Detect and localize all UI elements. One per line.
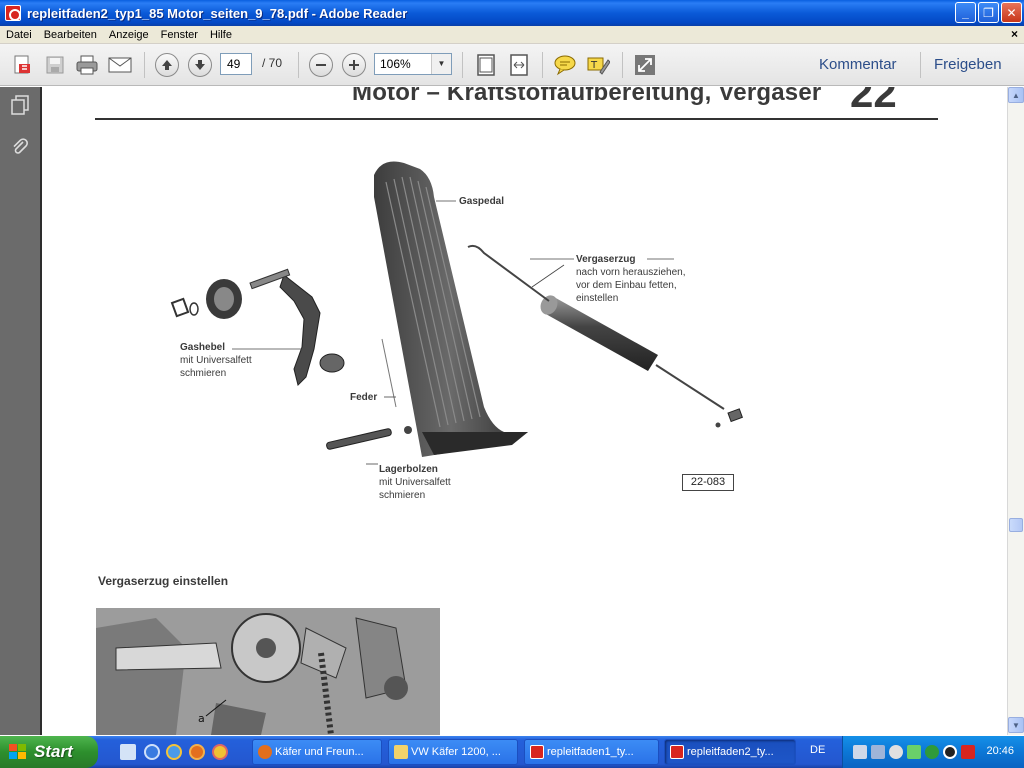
create-pdf-icon[interactable] <box>9 52 35 78</box>
toolbar-separator <box>298 52 299 78</box>
vertical-scrollbar[interactable]: ▲ ▼ <box>1007 87 1024 735</box>
task-repleitfaden2[interactable]: repleitfaden2_ty... <box>664 739 796 765</box>
window-title: repleitfaden2_typ1_85 Motor_seiten_9_78.… <box>27 5 408 21</box>
comment-button[interactable]: Kommentar <box>819 56 897 73</box>
task-repleitfaden1[interactable]: repleitfaden1_ty... <box>524 739 659 765</box>
page-total: / 70 <box>262 56 283 70</box>
toolbar-separator <box>144 52 145 78</box>
chrome-icon[interactable] <box>212 744 228 760</box>
email-icon[interactable] <box>107 52 133 78</box>
clock[interactable]: 20:46 <box>986 745 1014 757</box>
media-icon[interactable] <box>943 745 957 759</box>
zoom-select[interactable]: 106% ▼ <box>374 53 452 75</box>
label-lagerbolzen: Lagerbolzen mit Universalfett schmieren <box>379 464 451 501</box>
label-gaspedal: Gaspedal <box>459 196 505 207</box>
minimize-button[interactable]: _ <box>955 2 976 23</box>
close-button[interactable]: ✕ <box>1001 2 1022 23</box>
sticky-note-icon[interactable] <box>552 52 578 78</box>
menu-bearbeiten[interactable]: Bearbeiten <box>38 29 103 41</box>
display-icon[interactable] <box>871 745 885 759</box>
menu-fenster[interactable]: Fenster <box>155 29 204 41</box>
previous-page-icon[interactable] <box>155 53 179 77</box>
document-view[interactable]: Motor – Kraftstoffaufbereitung, Vergaser… <box>44 87 1007 735</box>
zoom-value: 106% <box>380 57 411 71</box>
attachments-icon[interactable] <box>10 137 30 157</box>
document-close-button[interactable]: × <box>1011 27 1018 41</box>
adobe-updater-icon[interactable] <box>961 745 975 759</box>
accelerator-pedal-diagram <box>170 161 743 465</box>
photo-marker-a: a <box>198 712 205 725</box>
internet-explorer-icon[interactable] <box>166 744 182 760</box>
task-kaefer-und-freunde[interactable]: Käfer und Freun... <box>252 739 382 765</box>
svg-text:T: T <box>590 60 598 71</box>
next-page-icon[interactable] <box>188 53 212 77</box>
toolbar-separator <box>542 52 543 78</box>
label-feder: Feder <box>350 392 378 403</box>
navigation-panel <box>0 87 42 735</box>
print-icon[interactable] <box>74 52 100 78</box>
start-label: Start <box>34 742 73 761</box>
maximize-button[interactable]: ❐ <box>978 2 999 23</box>
media-player-icon[interactable] <box>144 744 160 760</box>
toolbar-separator <box>920 52 921 78</box>
highlight-text-icon[interactable]: T <box>585 52 611 78</box>
language-indicator[interactable]: DE <box>810 744 825 756</box>
zoom-in-icon[interactable] <box>342 53 366 77</box>
menu-datei[interactable]: Datei <box>0 29 38 41</box>
show-desktop-icon[interactable] <box>120 744 136 760</box>
section-title: Vergaserzug einstellen <box>98 574 229 588</box>
chevron-down-icon[interactable]: ▼ <box>431 54 451 74</box>
network-icon[interactable] <box>853 745 867 759</box>
fit-page-icon[interactable] <box>473 52 499 78</box>
system-tray: 20:46 <box>842 736 1024 768</box>
firefox-icon[interactable] <box>189 744 205 760</box>
share-button[interactable]: Freigeben <box>934 56 1002 73</box>
menu-hilfe[interactable]: Hilfe <box>204 29 238 41</box>
full-screen-icon[interactable] <box>632 52 658 78</box>
start-button[interactable]: Start <box>0 736 98 768</box>
carburetor-photo: a <box>96 608 440 735</box>
volume-icon[interactable] <box>889 745 903 759</box>
window-controls: _ ❐ ✕ <box>955 2 1022 23</box>
save-icon[interactable] <box>42 52 68 78</box>
taskbar: Start Käfer und Freun... VW Käfer 1200, … <box>0 736 1024 768</box>
label-vergaserzug: Vergaserzug nach vorn herausziehen, vor … <box>576 254 686 304</box>
zoom-out-icon[interactable] <box>309 53 333 77</box>
security-icon[interactable] <box>925 745 939 759</box>
label-gashebel: Gashebel mit Universalfett schmieren <box>180 342 252 379</box>
pdf-icon <box>670 745 684 759</box>
menu-bar: Datei Bearbeiten Anzeige Fenster Hilfe × <box>0 26 1024 44</box>
pages-icon[interactable] <box>10 95 30 115</box>
menu-anzeige[interactable]: Anzeige <box>103 29 155 41</box>
figure-number: 22-083 <box>682 474 734 491</box>
firefox-icon <box>258 745 272 759</box>
window-titlebar: repleitfaden2_typ1_85 Motor_seiten_9_78.… <box>0 0 1024 26</box>
pdf-icon <box>530 745 544 759</box>
scroll-thumb[interactable] <box>1009 518 1023 532</box>
toolbar-separator <box>622 52 623 78</box>
signal-icon[interactable] <box>907 745 921 759</box>
toolbar-separator <box>462 52 463 78</box>
fit-width-icon[interactable] <box>506 52 532 78</box>
page-number-input[interactable]: 49 <box>220 53 252 75</box>
adobe-reader-icon <box>5 5 21 21</box>
folder-icon <box>394 745 408 759</box>
task-vw-kaefer-folder[interactable]: VW Käfer 1200, ... <box>388 739 518 765</box>
scroll-down-icon[interactable]: ▼ <box>1008 717 1024 733</box>
windows-logo-icon <box>9 744 27 760</box>
scroll-up-icon[interactable]: ▲ <box>1008 87 1024 103</box>
